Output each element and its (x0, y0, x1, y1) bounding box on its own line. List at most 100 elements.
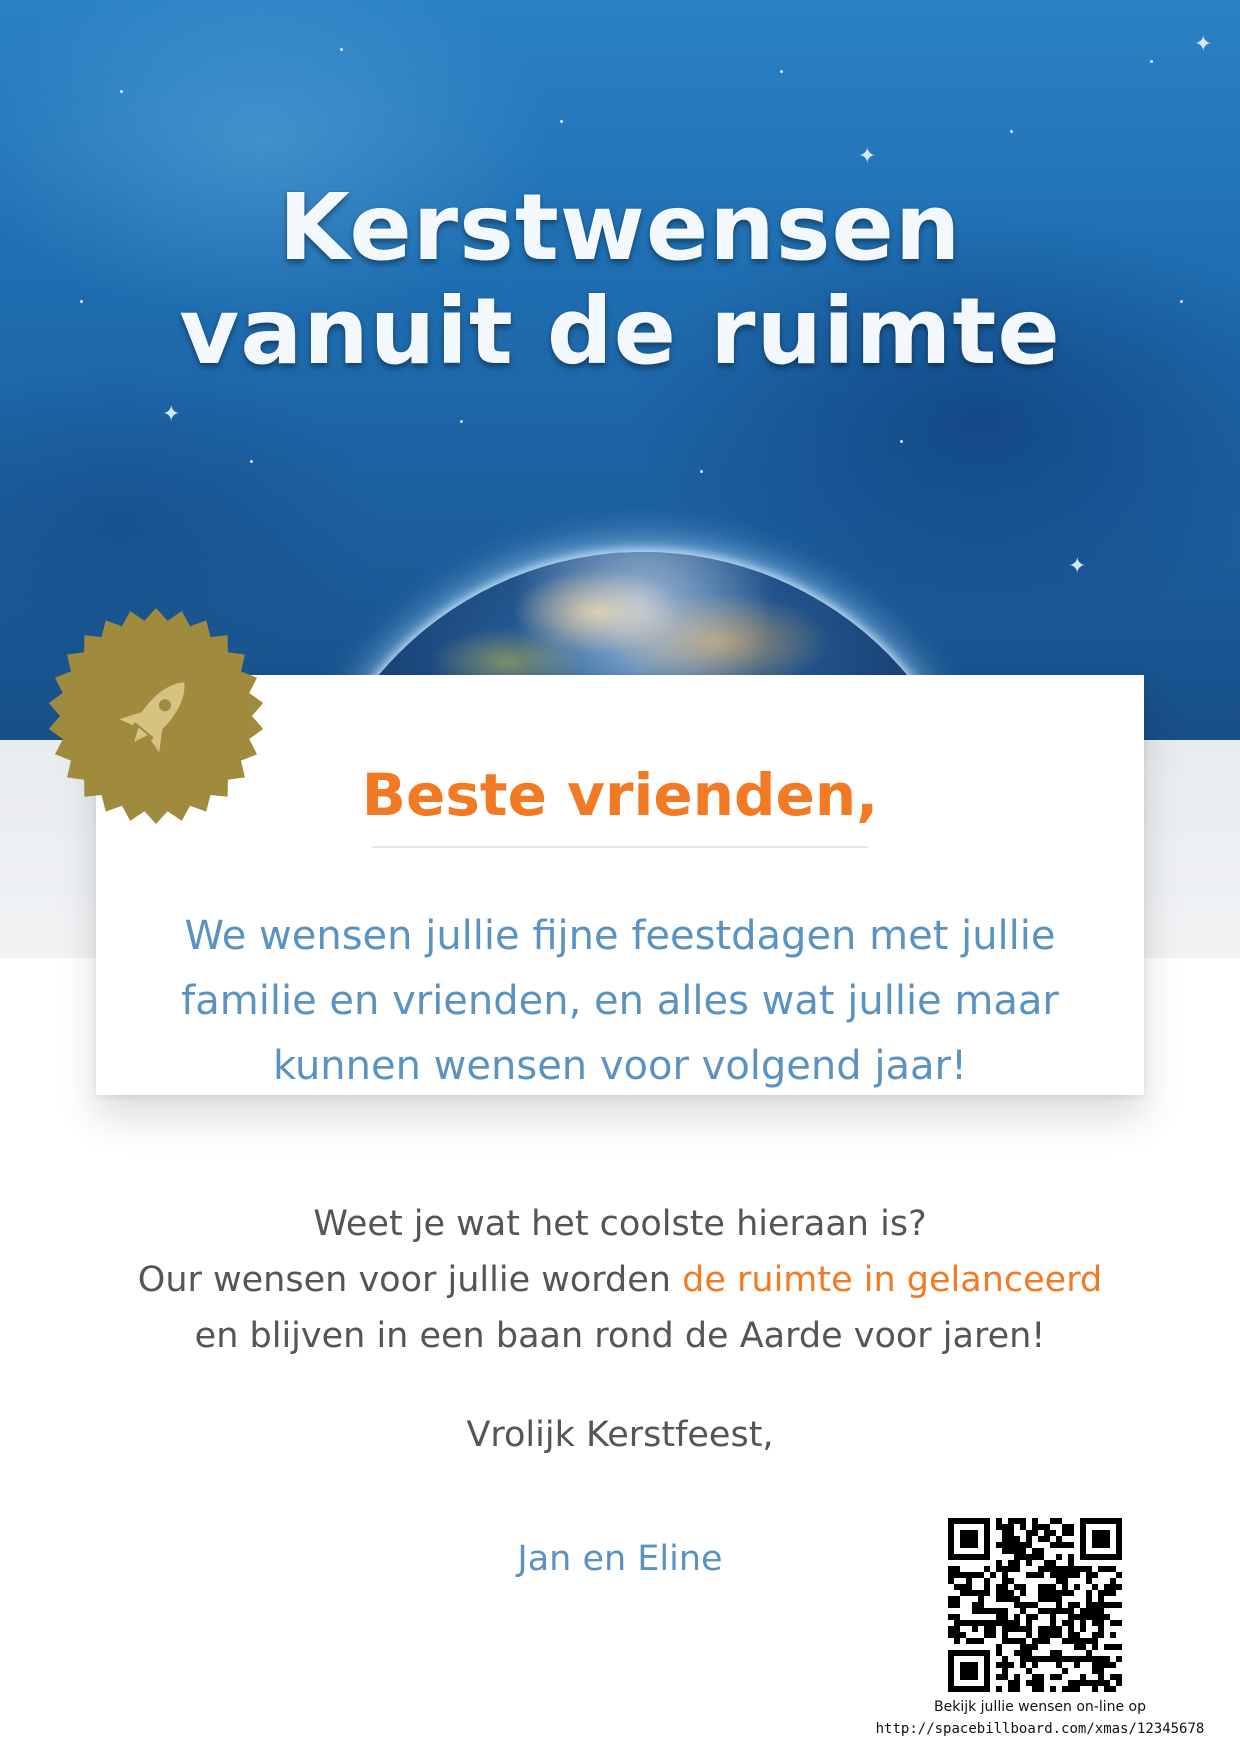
qr-module (978, 1590, 984, 1596)
qr-module (1002, 1542, 1008, 1548)
qr-module (1074, 1638, 1080, 1644)
qr-module (1110, 1662, 1116, 1668)
qr-module (1044, 1656, 1050, 1662)
qr-module (1026, 1650, 1032, 1656)
qr-module (1026, 1542, 1032, 1548)
star (700, 470, 703, 473)
qr-module (996, 1674, 1002, 1680)
qr-module (1026, 1620, 1032, 1626)
qr-module (1092, 1614, 1098, 1620)
qr-module (972, 1626, 978, 1632)
qr-finder-core (1092, 1530, 1110, 1548)
qr-module (1038, 1590, 1044, 1596)
qr-module (1002, 1626, 1008, 1632)
qr-url[interactable]: http://spacebillboard.com/xmas/12345678 (850, 1718, 1230, 1740)
qr-module (1104, 1656, 1110, 1662)
qr-module (1050, 1572, 1056, 1578)
qr-module (1038, 1536, 1044, 1542)
qr-module (1074, 1644, 1080, 1650)
qr-module (966, 1620, 972, 1626)
qr-module (1014, 1548, 1020, 1554)
qr-code[interactable] (948, 1518, 1122, 1692)
qr-module (984, 1626, 990, 1632)
qr-module (948, 1596, 954, 1602)
qr-module (1068, 1626, 1074, 1632)
qr-module (1038, 1524, 1044, 1530)
qr-module (1086, 1638, 1092, 1644)
qr-module (1032, 1656, 1038, 1662)
qr-module (1092, 1632, 1098, 1638)
qr-module (1050, 1626, 1056, 1632)
qr-module (1056, 1542, 1062, 1548)
qr-module (954, 1626, 960, 1632)
qr-module (1014, 1554, 1020, 1560)
qr-module (1050, 1614, 1056, 1620)
qr-module (1050, 1632, 1056, 1638)
qr-module (1020, 1584, 1026, 1590)
qr-module (996, 1620, 1002, 1626)
qr-module (1032, 1674, 1038, 1680)
qr-module (1056, 1602, 1062, 1608)
qr-module (1032, 1518, 1038, 1524)
qr-module (1050, 1596, 1056, 1602)
star (1010, 130, 1013, 133)
qr-module (990, 1632, 996, 1638)
qr-module (1116, 1602, 1122, 1608)
qr-module (1002, 1584, 1008, 1590)
wish-text: We wensen jullie fijne feestdagen met ju… (181, 913, 1059, 1089)
qr-finder-core (960, 1662, 978, 1680)
qr-module (1032, 1602, 1038, 1608)
qr-module (1002, 1608, 1008, 1614)
qr-module (1008, 1542, 1014, 1548)
page-title: Kerstwensen vanuit de ruimte (0, 176, 1240, 384)
qr-module (1002, 1590, 1008, 1596)
qr-module (1092, 1584, 1098, 1590)
qr-module (1002, 1536, 1008, 1542)
qr-module (960, 1632, 966, 1638)
qr-module (1014, 1584, 1020, 1590)
qr-module (990, 1608, 996, 1614)
star (780, 70, 783, 73)
qr-module (1056, 1572, 1062, 1578)
qr-module (1086, 1602, 1092, 1608)
qr-module (996, 1596, 1002, 1602)
qr-module (1020, 1644, 1026, 1650)
qr-module (1020, 1602, 1026, 1608)
qr-module (1044, 1596, 1050, 1602)
qr-module (1026, 1530, 1032, 1536)
qr-module (1116, 1644, 1122, 1650)
qr-module (1044, 1524, 1050, 1530)
star (460, 420, 463, 423)
qr-module (1116, 1620, 1122, 1626)
qr-module (966, 1584, 972, 1590)
qr-module (996, 1614, 1002, 1620)
qr-module (1014, 1638, 1020, 1644)
qr-module (1026, 1572, 1032, 1578)
qr-module (1038, 1680, 1044, 1686)
qr-module (1098, 1608, 1104, 1614)
qr-module (1068, 1542, 1074, 1548)
qr-module (1038, 1626, 1044, 1632)
qr-module (948, 1626, 954, 1632)
qr-module (1074, 1572, 1080, 1578)
qr-module (1074, 1602, 1080, 1608)
star (900, 440, 903, 443)
qr-module (1008, 1530, 1014, 1536)
qr-module (1002, 1566, 1008, 1572)
qr-module (1104, 1680, 1110, 1686)
qr-module (1020, 1608, 1026, 1614)
qr-module (966, 1572, 972, 1578)
qr-module (1116, 1572, 1122, 1578)
qr-module (1020, 1524, 1026, 1530)
qr-module (1050, 1590, 1056, 1596)
qr-module (1098, 1626, 1104, 1632)
qr-module (1038, 1632, 1044, 1638)
qr-module (1044, 1584, 1050, 1590)
qr-module (1008, 1596, 1014, 1602)
qr-module (996, 1560, 1002, 1566)
sparkle: ✦ (1068, 554, 1087, 579)
qr-module (1104, 1614, 1110, 1620)
qr-module (1008, 1524, 1014, 1530)
qr-module (1074, 1662, 1080, 1668)
qr-module (1116, 1584, 1122, 1590)
